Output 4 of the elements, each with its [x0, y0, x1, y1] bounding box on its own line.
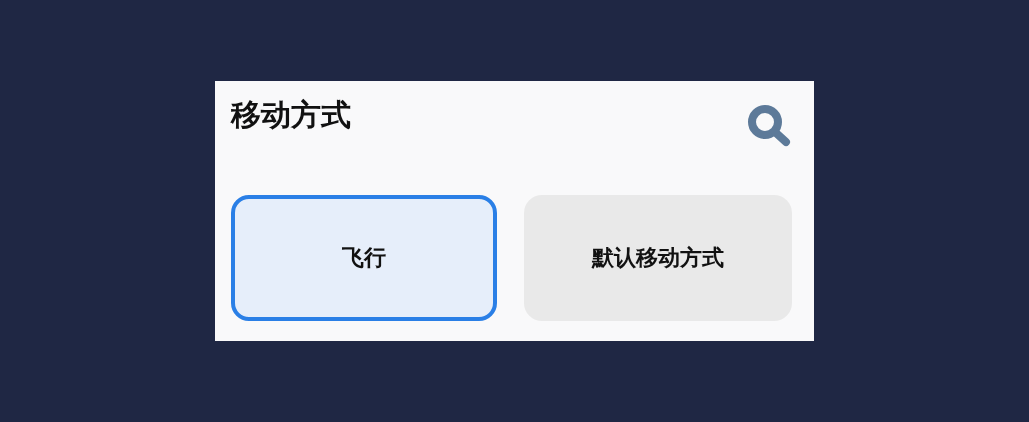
option-button[interactable]: 默认移动方式 — [524, 195, 792, 321]
search-icon[interactable] — [745, 103, 792, 147]
option-button[interactable]: 飞行 — [230, 195, 497, 321]
panel-title: 移动方式 — [230, 96, 351, 134]
